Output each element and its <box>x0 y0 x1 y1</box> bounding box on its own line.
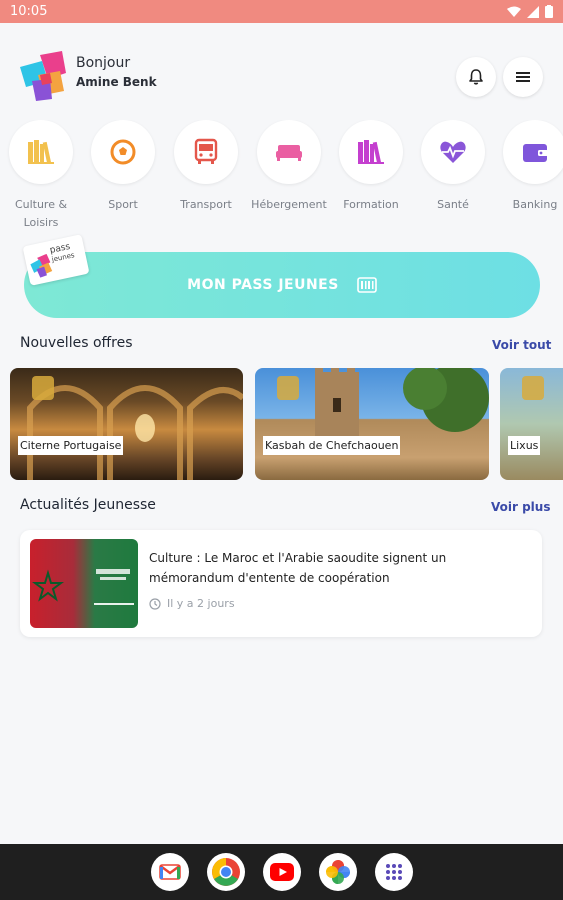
status-time: 10:05 <box>10 4 48 19</box>
soccer-ball-icon <box>110 139 136 165</box>
offer-label: Lixus <box>508 436 541 455</box>
books-icon <box>28 140 54 164</box>
mon-pass-jeunes-button[interactable]: MON PASS JEUNES <box>24 252 540 318</box>
chrome-icon <box>211 858 240 886</box>
offer-card[interactable]: Lixus <box>500 368 563 480</box>
notifications-button[interactable] <box>456 57 496 97</box>
bell-icon <box>469 69 483 85</box>
news-see-more-link[interactable]: Voir plus <box>491 500 550 514</box>
app-header: Bonjour Amine Benk <box>0 23 563 123</box>
gmail-icon <box>158 864 181 880</box>
pass-button-label: MON PASS JEUNES <box>187 277 339 293</box>
category-culture-loisirs[interactable]: Culture & Loisirs <box>1 120 81 232</box>
wifi-icon <box>507 6 521 17</box>
emblem-icon <box>32 376 54 400</box>
news-title: Culture : Le Maroc et l'Arabie saoudite … <box>149 551 447 585</box>
status-icons <box>507 5 553 18</box>
offer-card[interactable]: Kasbah de Chefchaouen <box>255 368 489 480</box>
wallet-icon <box>523 144 548 162</box>
category-transport[interactable]: Transport <box>166 120 246 214</box>
category-formation[interactable]: Formation <box>331 120 411 214</box>
category-label: Banking <box>512 198 558 211</box>
category-label: Hébergement <box>251 198 327 211</box>
offers-see-all-link[interactable]: Voir tout <box>492 338 551 352</box>
hamburger-icon <box>516 72 530 82</box>
signal-icon <box>527 5 539 18</box>
youtube-app-button[interactable] <box>262 853 301 891</box>
offers-carousel: Citerne Portugaise Kasbah de Chefchaouen… <box>0 368 563 480</box>
barcode-icon <box>357 277 377 293</box>
category-label: Santé <box>437 198 469 211</box>
news-time-text: Il y a 2 jours <box>167 597 235 610</box>
category-banking[interactable]: Banking <box>495 120 563 214</box>
category-label: Formation <box>343 198 399 211</box>
offer-label: Kasbah de Chefchaouen <box>263 436 401 455</box>
app-dock <box>0 844 563 900</box>
bus-icon <box>194 138 218 164</box>
category-label: Sport <box>108 198 138 211</box>
pass-jeunes-logo <box>20 51 66 101</box>
battery-icon <box>545 5 553 18</box>
user-name: Amine Benk <box>76 75 157 89</box>
menu-button[interactable] <box>503 57 543 97</box>
photos-app-button[interactable] <box>318 853 357 891</box>
photos-icon <box>325 860 350 884</box>
category-label: Transport <box>180 198 232 211</box>
news-section-title: Actualités Jeunesse <box>20 497 156 513</box>
clock-icon <box>149 597 161 610</box>
app-drawer-icon <box>385 864 402 880</box>
bed-icon <box>276 145 302 161</box>
news-thumbnail <box>30 539 138 628</box>
books-icon <box>358 140 384 164</box>
flags-image <box>32 569 134 605</box>
category-list: Culture & Loisirs Sport Transport Héberg… <box>0 120 563 238</box>
news-card[interactable]: Culture : Le Maroc et l'Arabie saoudite … <box>20 530 542 637</box>
offer-label: Citerne Portugaise <box>18 436 124 455</box>
heart-pulse-icon <box>440 141 466 163</box>
status-bar: 10:05 <box>0 0 563 23</box>
news-time: Il y a 2 jours <box>149 597 235 610</box>
emblem-icon <box>277 376 299 400</box>
category-hebergement[interactable]: Hébergement <box>249 120 329 214</box>
gmail-app-button[interactable] <box>150 853 189 891</box>
greeting-block: Bonjour Amine Benk <box>76 55 157 89</box>
category-sport[interactable]: Sport <box>83 120 163 214</box>
category-sante[interactable]: Santé <box>413 120 493 214</box>
greeting-text: Bonjour <box>76 55 131 71</box>
app-drawer-button[interactable] <box>374 853 413 891</box>
emblem-icon <box>522 376 544 400</box>
offers-section-title: Nouvelles offres <box>20 335 133 351</box>
youtube-icon <box>269 863 294 881</box>
offer-card[interactable]: Citerne Portugaise <box>10 368 243 480</box>
chrome-app-button[interactable] <box>206 853 245 891</box>
category-label: Culture & Loisirs <box>14 198 68 229</box>
